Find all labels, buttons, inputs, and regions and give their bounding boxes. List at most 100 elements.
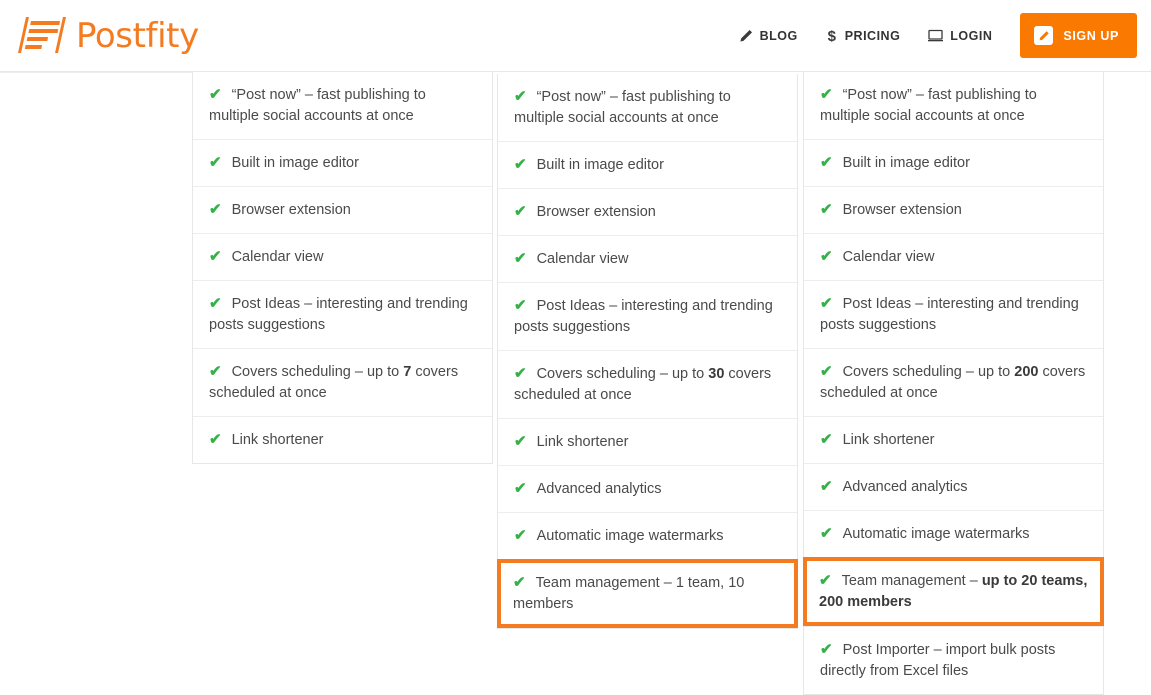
feature-text: ✔ Post Ideas – interesting and trending p…: [514, 295, 781, 338]
feature-text: ✔ Built in image editor: [209, 152, 476, 174]
check-icon: ✔: [514, 297, 527, 314]
feature-text: ✔ Calendar view: [514, 248, 781, 270]
feature-label: “Post now” – fast publishing to multiple…: [820, 87, 1037, 124]
feature-label: “Post now” – fast publishing to multiple…: [209, 87, 426, 124]
feature-label: Team management – 1 team, 10 members: [513, 575, 745, 612]
check-icon: ✔: [514, 203, 527, 220]
feature-text: ✔ “Post now” – fast publishing to multipl…: [514, 86, 781, 129]
check-icon: ✔: [820, 525, 833, 542]
plan-columns: ✔ “Post now” – fast publishing to multipl…: [0, 72, 1151, 695]
feature-label: Post Ideas – interesting and trending po…: [514, 298, 773, 335]
sign-up-button[interactable]: SIGN UP: [1020, 13, 1137, 58]
check-icon: ✔: [513, 574, 526, 591]
feature-label: Link shortener: [842, 432, 935, 448]
feature-label: Browser extension: [536, 204, 656, 220]
feature-text: ✔ Covers scheduling – up to 7 covers sche…: [209, 361, 476, 404]
check-icon: ✔: [820, 86, 833, 103]
feature-text: ✔ Post Importer – import bulk posts direc…: [820, 639, 1087, 682]
feature-row: ✔ “Post now” – fast publishing to multipl…: [804, 72, 1103, 139]
feature-row-highlighted: ✔ Team management – 1 team, 10 members: [497, 559, 798, 628]
nav-pricing[interactable]: $ PRICING: [812, 28, 915, 44]
check-icon: ✔: [820, 363, 833, 380]
feature-text: ✔ Advanced analytics: [514, 478, 781, 500]
feature-label: Built in image editor: [231, 155, 359, 171]
feature-text: ✔ Covers scheduling – up to 30 covers sch…: [514, 363, 781, 406]
feature-label: Post Importer – import bulk posts direct…: [820, 642, 1056, 679]
feature-label: Team management – up to 20 teams, 200 me…: [819, 573, 1088, 610]
plan-basic: ✔ “Post now” – fast publishing to multipl…: [192, 72, 493, 464]
feature-row: ✔ Calendar view: [804, 233, 1103, 280]
feature-label: Browser extension: [842, 202, 962, 218]
feature-label: Built in image editor: [536, 157, 664, 173]
feature-text: ✔ Advanced analytics: [820, 476, 1087, 498]
check-icon: ✔: [819, 572, 832, 589]
feature-row: ✔ Link shortener: [804, 416, 1103, 463]
nav-blog-label: BLOG: [759, 28, 798, 43]
feature-text: ✔ Browser extension: [209, 199, 476, 221]
feature-label: Link shortener: [231, 432, 324, 448]
feature-text: ✔ Automatic image watermarks: [820, 523, 1087, 545]
check-icon: ✔: [514, 365, 527, 382]
check-icon: ✔: [209, 201, 222, 218]
feature-label: Post Ideas – interesting and trending po…: [209, 296, 468, 333]
check-icon: ✔: [820, 201, 833, 218]
feature-text: ✔ Browser extension: [514, 201, 781, 223]
feature-label: Covers scheduling – up to 7 covers sched…: [209, 364, 459, 401]
feature-row: ✔ Advanced analytics: [498, 465, 797, 512]
postfity-bars-logo-icon: [18, 16, 66, 53]
nav-login[interactable]: LOGIN: [914, 29, 1006, 43]
feature-text: ✔ Team management – 1 team, 10 members: [513, 572, 782, 615]
feature-text: ✔ Automatic image watermarks: [514, 525, 781, 547]
feature-text: ✔ Link shortener: [209, 429, 476, 451]
feature-row: ✔ Built in image editor: [193, 139, 492, 186]
check-icon: ✔: [820, 295, 833, 312]
feature-label: Post Ideas – interesting and trending po…: [820, 296, 1079, 333]
brand-logo[interactable]: Postfity: [14, 13, 199, 59]
feature-row: ✔ Post Ideas – interesting and trending p…: [498, 282, 797, 350]
check-icon: ✔: [209, 248, 222, 265]
check-icon: ✔: [820, 478, 833, 495]
feature-label: “Post now” – fast publishing to multiple…: [514, 89, 731, 126]
feature-text: ✔ Browser extension: [820, 199, 1087, 221]
feature-label: Link shortener: [536, 434, 629, 450]
check-icon: ✔: [514, 156, 527, 173]
pencil-icon: [739, 29, 753, 43]
feature-row: ✔ Covers scheduling – up to 200 covers sc…: [804, 348, 1103, 416]
feature-text: ✔ “Post now” – fast publishing to multipl…: [820, 84, 1087, 127]
feature-row: ✔ “Post now” – fast publishing to multipl…: [498, 74, 797, 141]
feature-text: ✔ Covers scheduling – up to 200 covers sc…: [820, 361, 1087, 404]
check-icon: ✔: [514, 480, 527, 497]
feature-row: ✔ Calendar view: [193, 233, 492, 280]
brand-name: Postfity: [76, 15, 199, 56]
monitor-icon: [928, 29, 944, 42]
nav-blog[interactable]: BLOG: [725, 29, 812, 43]
feature-row: ✔ Automatic image watermarks: [804, 510, 1103, 557]
feature-row: ✔ Built in image editor: [498, 141, 797, 188]
feature-row: ✔ Link shortener: [193, 416, 492, 463]
feature-row: ✔ Post Ideas – interesting and trending p…: [193, 280, 492, 348]
nav-login-label: LOGIN: [950, 28, 993, 43]
check-icon: ✔: [209, 363, 222, 380]
feature-text: ✔ Post Ideas – interesting and trending p…: [820, 293, 1087, 336]
check-icon: ✔: [820, 248, 833, 265]
feature-text: ✔ Post Ideas – interesting and trending p…: [209, 293, 476, 336]
check-icon: ✔: [209, 295, 222, 312]
feature-row: ✔ Built in image editor: [804, 139, 1103, 186]
sign-up-label: SIGN UP: [1063, 28, 1119, 43]
feature-row: ✔ Covers scheduling – up to 30 covers sch…: [498, 350, 797, 418]
feature-row: ✔ Link shortener: [498, 418, 797, 465]
feature-label: Covers scheduling – up to 200 covers sch…: [820, 364, 1086, 401]
feature-text: ✔ Link shortener: [514, 431, 781, 453]
feature-text: ✔ Built in image editor: [514, 154, 781, 176]
compose-icon: [1034, 26, 1054, 45]
feature-text: ✔ Calendar view: [820, 246, 1087, 268]
dollar-icon: $: [826, 28, 838, 44]
check-icon: ✔: [514, 433, 527, 450]
feature-row: ✔ Browser extension: [193, 186, 492, 233]
feature-text: ✔ “Post now” – fast publishing to multipl…: [209, 84, 476, 127]
feature-text: ✔ Team management – up to 20 teams, 200 m…: [819, 570, 1088, 613]
feature-row: ✔ “Post now” – fast publishing to multipl…: [193, 72, 492, 139]
check-icon: ✔: [209, 431, 222, 448]
svg-text:$: $: [827, 28, 836, 44]
feature-text: ✔ Built in image editor: [820, 152, 1087, 174]
